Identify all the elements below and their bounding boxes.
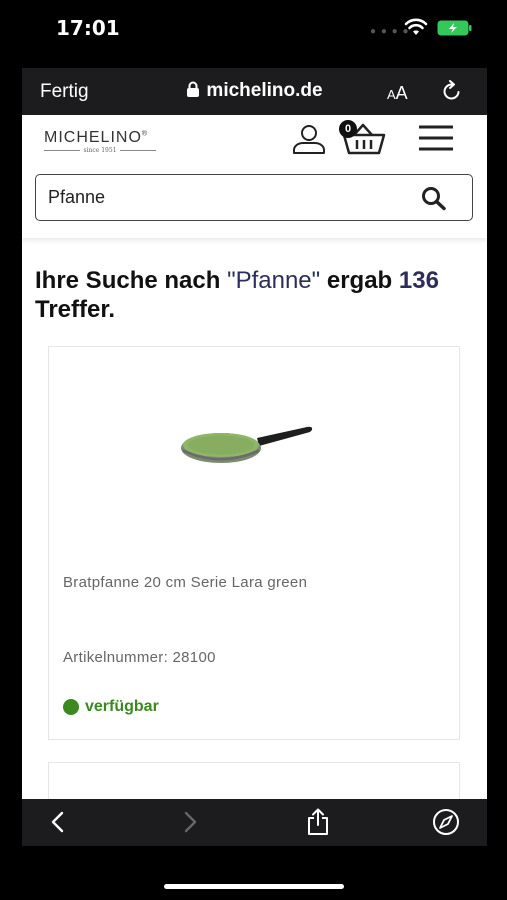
- logo-tagline: since 1951: [44, 147, 156, 154]
- safari-toolbar: [22, 799, 487, 846]
- heading-suffix: Treffer.: [35, 296, 116, 323]
- michelino-logo[interactable]: MICHELINO® since 1951: [44, 129, 164, 154]
- logo-registered-mark: ®: [141, 130, 149, 138]
- status-time: 17:01: [56, 16, 120, 40]
- search-input[interactable]: [48, 185, 408, 209]
- availability-status: verfügbar: [63, 698, 159, 716]
- reload-icon[interactable]: [441, 80, 463, 102]
- availability-dot-icon: [63, 699, 79, 715]
- logo-text: MICHELINO: [44, 129, 142, 146]
- forward-icon[interactable]: [182, 811, 198, 833]
- search-result-heading: Ihre Suche nach "Pfanne" ergab 136 Treff…: [35, 266, 480, 324]
- availability-label: verfügbar: [85, 698, 159, 715]
- search-box: [35, 174, 473, 221]
- product-name[interactable]: Bratpfanne 20 cm Serie Lara green: [63, 574, 307, 591]
- browser-viewport: Fertig michelino.de AA MICHELINO® since …: [22, 68, 487, 846]
- text-size-small: A: [387, 87, 396, 102]
- search-term: "Pfanne": [227, 267, 321, 294]
- back-icon[interactable]: [50, 811, 66, 833]
- heading-middle: ergab: [320, 267, 399, 294]
- url-field[interactable]: michelino.de: [22, 80, 487, 102]
- user-icon[interactable]: [292, 124, 326, 154]
- product-sku: Artikelnummer: 28100: [63, 649, 216, 666]
- compass-icon[interactable]: [432, 808, 460, 836]
- lock-icon: [187, 81, 200, 97]
- heading-prefix: Ihre Suche nach: [35, 267, 228, 294]
- result-count: 136: [398, 267, 439, 294]
- menu-icon[interactable]: [418, 124, 454, 152]
- text-size-large: A: [395, 83, 408, 103]
- url-text: michelino.de: [206, 80, 323, 101]
- site-header: MICHELINO® since 1951 0: [22, 115, 487, 238]
- safari-address-bar: Fertig michelino.de AA: [22, 68, 487, 115]
- text-size-button[interactable]: AA: [387, 83, 408, 104]
- wifi-icon: [404, 18, 428, 35]
- search-icon[interactable]: [420, 185, 448, 211]
- product-card[interactable]: Bratpfanne 20 cm Serie Lara green Artike…: [48, 346, 460, 740]
- share-icon[interactable]: [306, 808, 330, 836]
- pan-image[interactable]: [179, 421, 319, 471]
- cart-count-badge: 0: [339, 120, 357, 138]
- home-indicator[interactable]: [164, 884, 344, 889]
- battery-icon: [437, 20, 472, 36]
- status-bar: 17:01 ● ● ● ●: [0, 0, 507, 60]
